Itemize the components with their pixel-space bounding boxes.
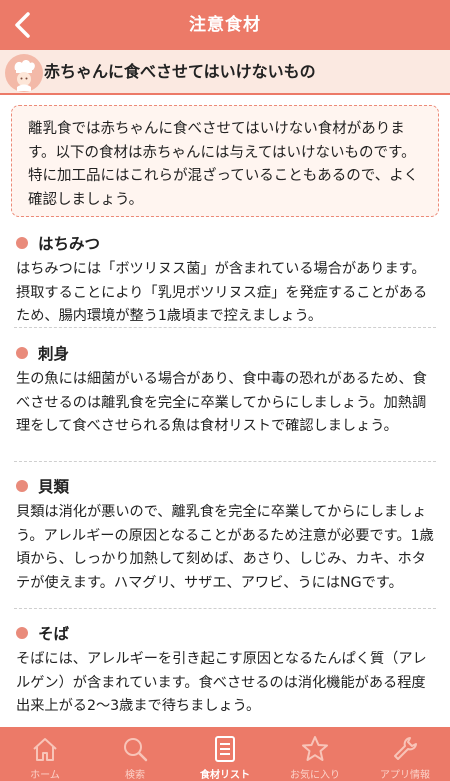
tab-food-list[interactable]: 食材リスト xyxy=(180,727,270,781)
intro-note: 離乳食では赤ちゃんに食べさせてはいけない食材があります。以下の食材は赤ちゃんには… xyxy=(11,105,439,217)
tab-label: ホーム xyxy=(30,770,60,781)
divider xyxy=(14,327,436,328)
list-icon xyxy=(215,736,235,762)
food-item-shellfish: 貝類 貝類は消化が悪いので、離乳食を完全に卒業してからにしましょう。アレルギーの… xyxy=(16,475,436,595)
food-item-soba: そば そばには、アレルギーを引き起こす原因となるたんぱく質（アレルゲン）が含まれ… xyxy=(16,622,436,719)
tab-bar: ホーム 検索 食材リスト お気に入り アプリ情報 xyxy=(0,727,450,781)
section-title: 赤ちゃんに食べさせてはいけないもの xyxy=(44,62,316,81)
bullet-icon xyxy=(16,237,28,249)
content-area[interactable]: 離乳食では赤ちゃんに食べさせてはいけない食材があります。以下の食材は赤ちゃんには… xyxy=(0,97,450,727)
item-text: 貝類は消化が悪いので、離乳食を完全に卒業してからにしましょう。アレルギーの原因と… xyxy=(16,504,434,591)
app-header: 注意食材 xyxy=(0,0,450,50)
chef-icon xyxy=(5,54,43,92)
item-text: 生の魚には細菌がいる場合があり、食中毒の恐れがあるため、食べさせるのは離乳食を完… xyxy=(16,371,427,435)
tab-label: アプリ情報 xyxy=(380,770,430,781)
food-item-sashimi: 刺身 生の魚には細菌がいる場合があり、食中毒の恐れがあるため、食べさせるのは離乳… xyxy=(16,342,436,439)
item-title: 貝類 xyxy=(38,478,70,496)
tab-home[interactable]: ホーム xyxy=(0,727,90,781)
bullet-icon xyxy=(16,480,28,492)
item-text: そばには、アレルギーを引き起こす原因となるたんぱく質（アレルゲン）が含まれていま… xyxy=(16,651,427,715)
tab-label: 食材リスト xyxy=(200,770,250,781)
tab-favorites[interactable]: お気に入り xyxy=(270,727,360,781)
tab-app-info[interactable]: アプリ情報 xyxy=(360,727,450,781)
item-title: はちみつ xyxy=(38,235,101,253)
food-item-honey: はちみつ はちみつには「ボツリヌス菌」が含まれている場合があります。摂取すること… xyxy=(16,232,436,329)
tab-label: 検索 xyxy=(125,770,145,781)
search-icon xyxy=(124,738,148,762)
divider xyxy=(14,461,436,462)
bullet-icon xyxy=(16,627,28,639)
star-icon xyxy=(302,736,328,761)
home-icon xyxy=(33,738,57,761)
page-title: 注意食材 xyxy=(189,15,261,35)
divider xyxy=(14,608,436,609)
item-title: そば xyxy=(38,625,70,643)
item-title: 刺身 xyxy=(38,345,70,363)
tab-search[interactable]: 検索 xyxy=(90,727,180,781)
section-header: 赤ちゃんに食べさせてはいけないもの xyxy=(0,50,450,95)
bullet-icon xyxy=(16,347,28,359)
wrench-icon xyxy=(394,737,417,760)
tab-label: お気に入り xyxy=(290,770,340,781)
item-text: はちみつには「ボツリヌス菌」が含まれている場合があります。摂取することにより「乳… xyxy=(16,261,428,325)
